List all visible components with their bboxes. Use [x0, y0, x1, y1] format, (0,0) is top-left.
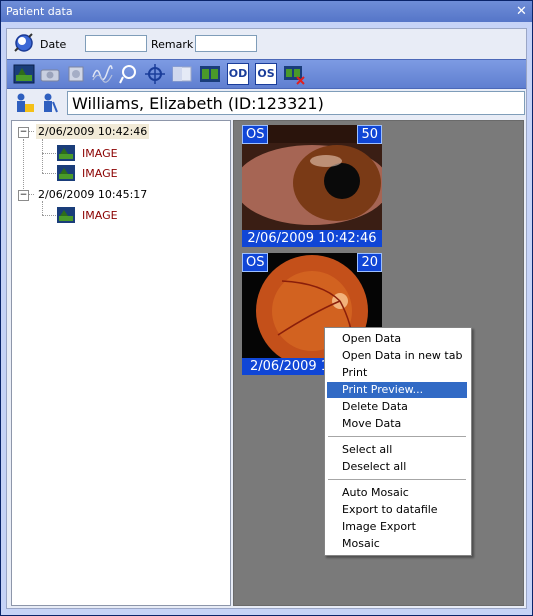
- eye-badge: OS: [242, 125, 269, 144]
- toolbar: OD OS: [7, 59, 526, 89]
- tree-session-date[interactable]: 2/06/2009 10:45:17: [36, 187, 149, 202]
- target-icon[interactable]: [144, 63, 166, 85]
- menu-separator: [328, 479, 466, 480]
- collapse-toggle[interactable]: −: [18, 190, 29, 201]
- menu-item-export-datafile[interactable]: Export to datafile: [327, 502, 467, 518]
- menu-item-select-all[interactable]: Select all: [327, 442, 467, 458]
- scan-icon[interactable]: [65, 63, 87, 85]
- tree-image-item[interactable]: IMAGE: [82, 147, 118, 160]
- image-icon: [57, 207, 75, 223]
- od-button[interactable]: OD: [227, 63, 249, 85]
- search-row: Date Remark: [7, 29, 526, 57]
- image-number-badge: 20: [357, 253, 382, 272]
- add-patient-icon[interactable]: [13, 92, 35, 114]
- menu-item-mosaic[interactable]: Mosaic: [327, 536, 467, 552]
- waveform-icon[interactable]: [91, 63, 113, 85]
- menu-item-print[interactable]: Print: [327, 365, 467, 381]
- image-number-badge: 50: [357, 125, 382, 144]
- menu-item-move-data[interactable]: Move Data: [327, 416, 467, 432]
- menu-item-auto-mosaic[interactable]: Auto Mosaic: [327, 485, 467, 501]
- menu-item-image-export[interactable]: Image Export: [327, 519, 467, 535]
- search-refresh-icon[interactable]: [13, 32, 35, 54]
- thumbnail-anterior[interactable]: OS 50 2/06/2009 10:42:46: [234, 125, 390, 247]
- remark-input[interactable]: [195, 35, 257, 52]
- date-input[interactable]: [85, 35, 147, 52]
- menu-item-print-preview[interactable]: Print Preview...: [327, 382, 467, 398]
- tree-image-item[interactable]: IMAGE: [82, 209, 118, 222]
- tree-line: [23, 139, 24, 195]
- session-tree: − 2/06/2009 10:42:46 IMAGE IMAGE − 2/06/…: [11, 120, 231, 606]
- tree-image-item[interactable]: IMAGE: [82, 167, 118, 180]
- tree-line: [42, 173, 56, 174]
- menu-item-open-data[interactable]: Open Data: [327, 331, 467, 347]
- tree-line: [42, 201, 43, 215]
- menu-item-deselect-all[interactable]: Deselect all: [327, 459, 467, 475]
- probe-icon[interactable]: [117, 63, 139, 85]
- delete-film-icon[interactable]: [283, 63, 305, 85]
- patient-icon[interactable]: [39, 92, 61, 114]
- image-icon: [57, 145, 75, 161]
- menu-item-open-data-new-tab[interactable]: Open Data in new tab: [327, 348, 467, 364]
- collapse-toggle[interactable]: −: [18, 127, 29, 138]
- menu-item-delete-data[interactable]: Delete Data: [327, 399, 467, 415]
- title-bar[interactable]: Patient data ✕: [1, 1, 532, 22]
- remark-label: Remark: [151, 38, 194, 51]
- eye-badge: OS: [242, 253, 269, 272]
- film-icon[interactable]: [199, 63, 221, 85]
- patient-name-id: Williams, Elizabeth (ID:123321): [67, 91, 525, 115]
- context-menu: Open Data Open Data in new tab Print Pri…: [324, 327, 472, 556]
- thumbnail-date: 2/06/2009 10:42:46: [242, 230, 382, 247]
- image-icon: [57, 165, 75, 181]
- layout-icon[interactable]: [171, 63, 193, 85]
- date-label: Date: [40, 38, 67, 51]
- menu-separator: [328, 436, 466, 437]
- tree-session-date[interactable]: 2/06/2009 10:42:46: [36, 124, 150, 139]
- window-title: Patient data: [6, 5, 73, 18]
- tree-line: [42, 153, 56, 154]
- image-view-icon[interactable]: [13, 63, 35, 85]
- camera-icon[interactable]: [39, 63, 61, 85]
- close-button[interactable]: ✕: [514, 4, 529, 19]
- patient-row: Williams, Elizabeth (ID:123321): [7, 89, 526, 117]
- os-button[interactable]: OS: [255, 63, 277, 85]
- tree-line: [42, 215, 56, 216]
- tree-line: [42, 139, 43, 173]
